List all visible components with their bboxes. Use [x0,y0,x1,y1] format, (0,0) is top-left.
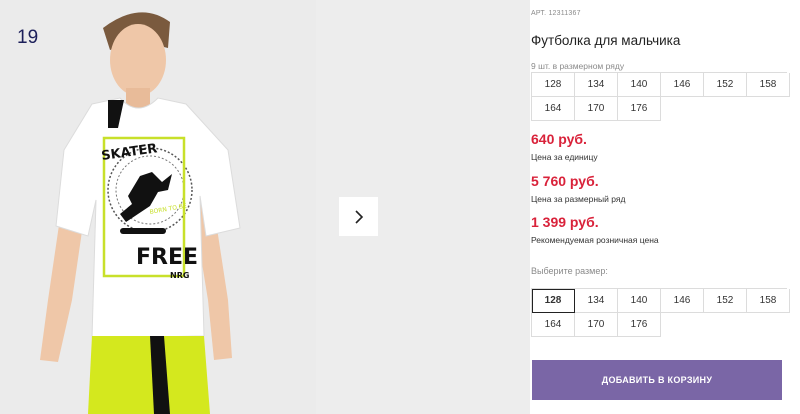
size-option-176[interactable]: 176 [618,313,661,337]
choose-size-label: Выберите размер: [531,266,608,276]
boy-in-tshirt-illustration: SKATER BORN TO BE FREE NRG [0,0,316,414]
row-size-cell: 176 [618,97,661,121]
shirt-print-brand: NRG [170,271,189,280]
size-row-table: 128 134 140 146 152 158 164 170 176 [531,72,790,121]
row-price-label: Цена за размерный ряд [531,194,626,204]
row-size-cell: 164 [532,97,575,121]
size-option-158[interactable]: 158 [747,289,790,313]
row-size-cell: 152 [704,73,747,97]
row-size-cell: 170 [575,97,618,121]
row-size-cell: 128 [532,73,575,97]
row-size-cell: 158 [747,73,790,97]
size-option-170[interactable]: 170 [575,313,618,337]
unit-price-label: Цена за единицу [531,152,598,162]
row-size-cell: 140 [618,73,661,97]
product-info: АРТ. 12311367 Футболка для мальчика 9 шт… [531,0,800,414]
row-size-cell: 134 [575,73,618,97]
product-gallery: SKATER BORN TO BE FREE NRG 19 [0,0,530,414]
row-price: 5 760 руб. [531,173,599,189]
article-value: 12311367 [548,10,581,17]
size-option-152[interactable]: 152 [704,289,747,313]
shirt-print-free: FREE [136,245,198,270]
size-option-164[interactable]: 164 [532,313,575,337]
next-photo-button[interactable] [339,197,378,236]
size-option-140[interactable]: 140 [618,289,661,313]
product-title: Футболка для мальчика [531,33,681,48]
size-selector: 128 134 140 146 152 158 164 170 176 [531,288,790,337]
retail-price: 1 399 руб. [531,214,599,230]
article-label: АРТ. [531,10,547,17]
add-to-cart-button[interactable]: ДОБАВИТЬ В КОРЗИНУ [532,360,782,400]
retail-price-label: Рекомендуемая розничная цена [531,235,659,245]
article-number: АРТ. 12311367 [531,10,581,17]
row-size-cell: 146 [661,73,704,97]
chevron-right-icon [354,209,363,224]
size-option-146[interactable]: 146 [661,289,704,313]
size-option-134[interactable]: 134 [575,289,618,313]
product-photo[interactable]: SKATER BORN TO BE FREE NRG 19 [0,0,316,414]
unit-price: 640 руб. [531,131,587,147]
size-row-note: 9 шт. в размерном ряду [531,61,625,71]
photo-counter: 19 [17,27,39,48]
size-option-128[interactable]: 128 [532,289,575,313]
